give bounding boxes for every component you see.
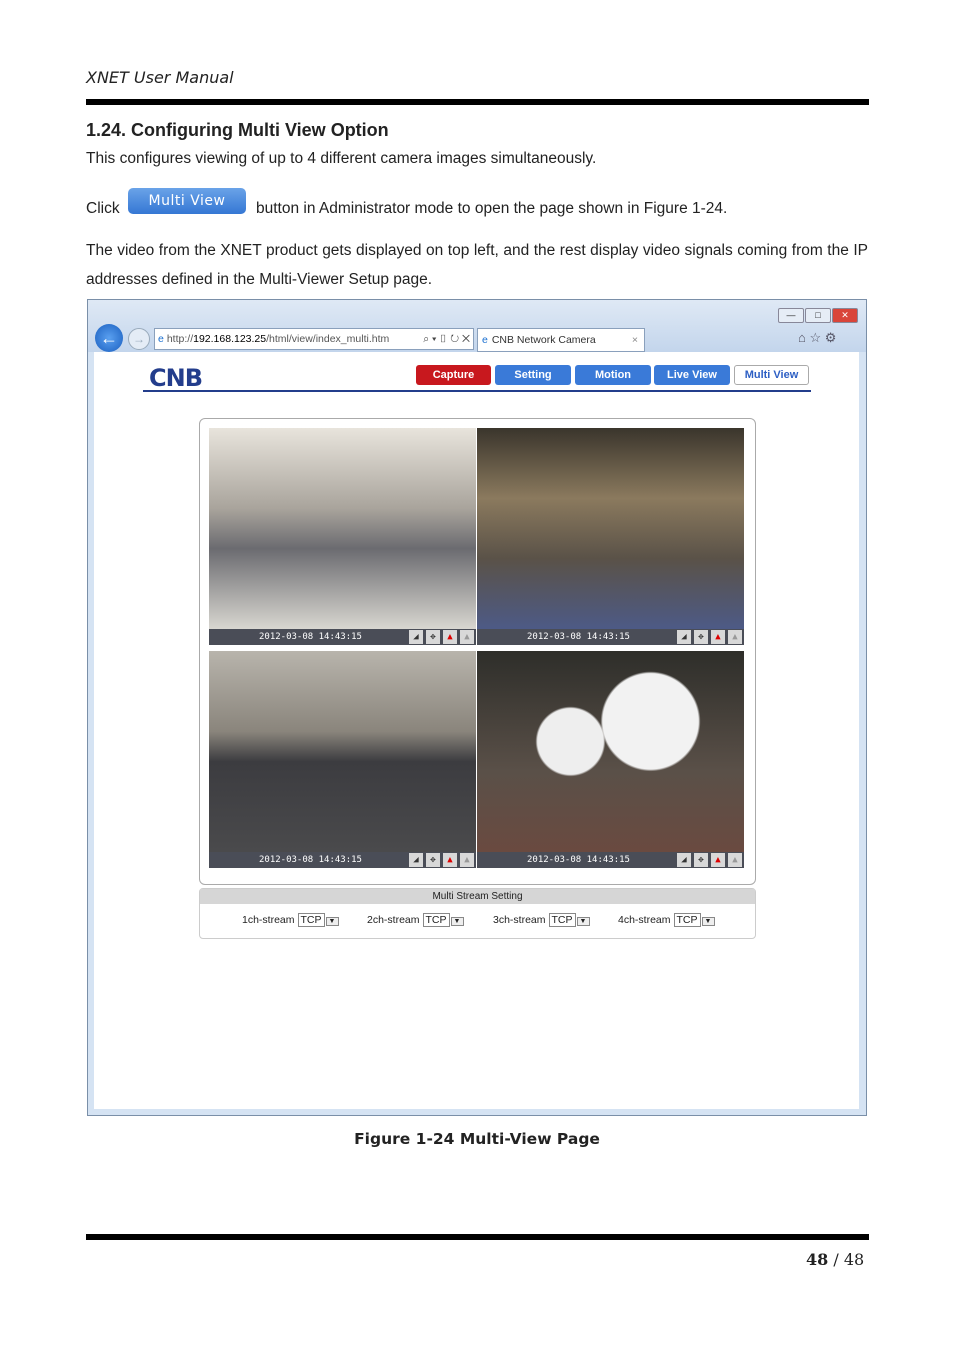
volume-icon[interactable]: ◢: [677, 853, 691, 867]
volume-icon[interactable]: ◢: [409, 853, 423, 867]
timestamp: 2012-03-08 14:43:15: [527, 632, 630, 642]
alarm-on-icon[interactable]: ▲: [711, 630, 725, 644]
stream-label: 1ch-stream: [242, 914, 295, 926]
nav-multi-view[interactable]: Multi View: [734, 365, 809, 385]
ptz-move-icon[interactable]: ✥: [426, 853, 440, 867]
document-page: XNET User Manual 1.24. Configuring Multi…: [0, 0, 954, 1350]
address-bar[interactable]: e http://192.168.123.25/html/view/index_m…: [154, 328, 474, 350]
minimize-icon[interactable]: —: [778, 308, 804, 323]
url-path: /html/view/index_multi.htm: [266, 333, 390, 345]
alarm-off-icon[interactable]: ▲: [460, 853, 474, 867]
camera-image: [209, 428, 476, 629]
multi-view-button-image: Multi View: [128, 188, 246, 214]
stream-label: 4ch-stream: [618, 914, 671, 926]
tile-toolbar: 2012-03-08 14:43:15 ◢ ✥ ▲ ▲: [209, 629, 476, 645]
stream-3: 3ch-stream TCP ▼: [493, 913, 590, 927]
browser-tab[interactable]: e CNB Network Camera ×: [477, 328, 645, 352]
alarm-on-icon[interactable]: ▲: [443, 630, 457, 644]
current-page: 48: [806, 1250, 829, 1269]
footer-rule: [86, 1234, 869, 1240]
multi-view-panel: 2012-03-08 14:43:15 ◢ ✥ ▲ ▲ 2012-03-08 14:4…: [199, 418, 756, 885]
volume-icon[interactable]: ◢: [677, 630, 691, 644]
camera-tile-1[interactable]: 2012-03-08 14:43:15 ◢ ✥ ▲ ▲: [209, 428, 476, 645]
page-number: 48 / 48: [806, 1250, 864, 1269]
multi-stream-setting: Multi Stream Setting 1ch-stream TCP ▼ 2ch-…: [199, 888, 756, 939]
figure-caption: Figure 1-24 Multi-View Page: [354, 1130, 600, 1148]
url-host: 192.168.123.25: [193, 333, 267, 345]
ptz-move-icon[interactable]: ✥: [694, 630, 708, 644]
stream-select[interactable]: TCP: [548, 913, 576, 927]
nav-underline: [143, 390, 811, 392]
ie-icon: e: [158, 333, 164, 345]
stream-1: 1ch-stream TCP ▼: [242, 913, 339, 927]
nav-capture[interactable]: Capture: [416, 365, 491, 385]
total-pages: 48: [843, 1250, 865, 1269]
tile-toolbar: 2012-03-08 14:43:15 ◢ ✥ ▲ ▲: [477, 629, 744, 645]
nav-setting[interactable]: Setting: [495, 365, 571, 385]
tile-toolbar: 2012-03-08 14:43:15 ◢ ✥ ▲ ▲: [209, 852, 476, 868]
nav-motion[interactable]: Motion: [575, 365, 651, 385]
cnb-logo: CNB: [149, 364, 203, 392]
click-prefix: Click: [86, 200, 120, 217]
chevron-down-icon[interactable]: ▼: [325, 917, 339, 926]
tile-toolbar: 2012-03-08 14:43:15 ◢ ✥ ▲ ▲: [477, 852, 744, 868]
stream-2: 2ch-stream TCP ▼: [367, 913, 464, 927]
browser-chrome: — □ ✕ ← → e http://192.168.123.25/html/vi…: [88, 300, 866, 352]
intro-text: This configures viewing of up to 4 diffe…: [86, 150, 597, 167]
stream-label: 2ch-stream: [367, 914, 420, 926]
chevron-down-icon[interactable]: ▼: [450, 917, 464, 926]
alarm-on-icon[interactable]: ▲: [711, 853, 725, 867]
volume-icon[interactable]: ◢: [409, 630, 423, 644]
forward-arrow-icon[interactable]: →: [128, 328, 150, 350]
header-rule: [86, 99, 869, 105]
ptz-move-icon[interactable]: ✥: [694, 853, 708, 867]
alarm-off-icon[interactable]: ▲: [728, 853, 742, 867]
camera-image: [477, 651, 744, 852]
stream-4: 4ch-stream TCP ▼: [618, 913, 715, 927]
page-separator: /: [833, 1250, 839, 1269]
url-prefix: http://: [166, 333, 194, 345]
stream-label: 3ch-stream: [493, 914, 546, 926]
close-window-icon[interactable]: ✕: [832, 308, 858, 323]
ptz-move-icon[interactable]: ✥: [426, 630, 440, 644]
stream-select[interactable]: TCP: [673, 913, 701, 927]
tab-title: CNB Network Camera: [491, 334, 596, 346]
stream-select[interactable]: TCP: [422, 913, 450, 927]
camera-tile-4[interactable]: 2012-03-08 14:43:15 ◢ ✥ ▲ ▲: [477, 651, 744, 868]
alarm-off-icon[interactable]: ▲: [728, 630, 742, 644]
figure-screenshot: — □ ✕ ← → e http://192.168.123.25/html/vi…: [87, 299, 867, 1116]
close-tab-icon[interactable]: ×: [632, 329, 638, 351]
maximize-icon[interactable]: □: [805, 308, 831, 323]
chevron-down-icon[interactable]: ▼: [576, 917, 590, 926]
running-header: XNET User Manual: [86, 68, 234, 87]
camera-tile-2[interactable]: 2012-03-08 14:43:15 ◢ ✥ ▲ ▲: [477, 428, 744, 645]
search-refresh-stop-icons[interactable]: ⌕ ▾ ▯ ↻ ✕: [423, 329, 470, 349]
back-arrow-icon[interactable]: ←: [95, 324, 123, 352]
section-title: 1.24. Configuring Multi View Option: [86, 120, 389, 140]
stream-setting-title: Multi Stream Setting: [200, 889, 755, 904]
stream-select[interactable]: TCP: [297, 913, 325, 927]
timestamp: 2012-03-08 14:43:15: [527, 855, 630, 865]
alarm-off-icon[interactable]: ▲: [460, 630, 474, 644]
camera-image: [477, 428, 744, 629]
camera-tile-3[interactable]: 2012-03-08 14:43:15 ◢ ✥ ▲ ▲: [209, 651, 476, 868]
chevron-down-icon[interactable]: ▼: [701, 917, 715, 926]
timestamp: 2012-03-08 14:43:15: [259, 855, 362, 865]
alarm-on-icon[interactable]: ▲: [443, 853, 457, 867]
click-suffix: button in Administrator mode to open the…: [256, 200, 728, 217]
home-star-gear-icons[interactable]: ⌂ ☆ ⚙: [798, 330, 836, 346]
ie-icon: e: [482, 334, 488, 346]
nav-live-view[interactable]: Live View: [654, 365, 730, 385]
body-paragraph: The video from the XNET product gets dis…: [86, 242, 868, 288]
web-page: CNB Capture Setting Motion Live View Mul…: [94, 352, 859, 1109]
timestamp: 2012-03-08 14:43:15: [259, 632, 362, 642]
camera-image: [209, 651, 476, 852]
